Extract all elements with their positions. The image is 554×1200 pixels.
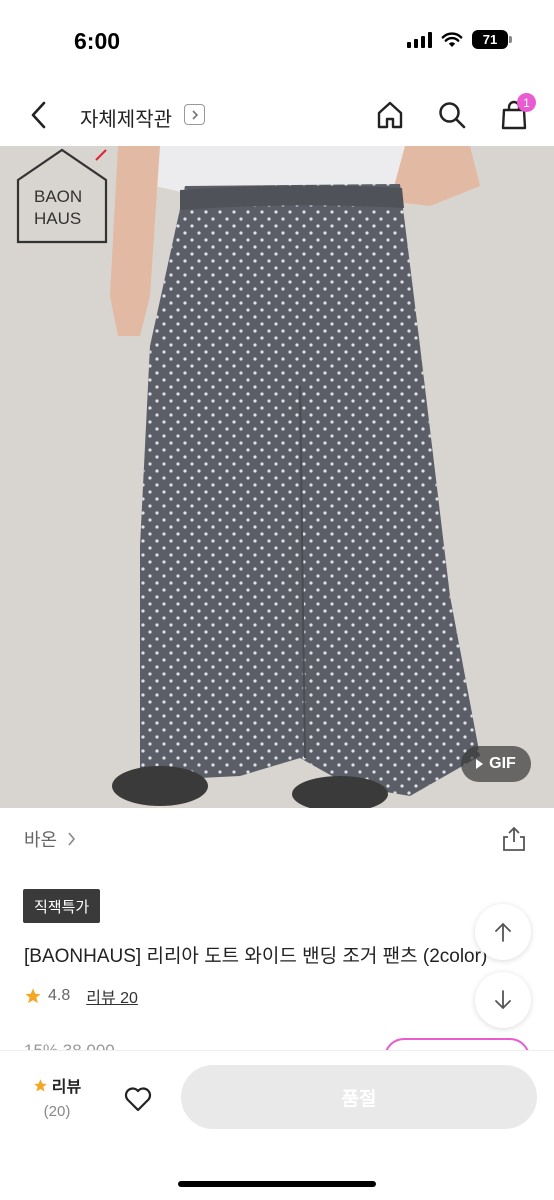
share-icon: [503, 826, 525, 851]
chevron-left-icon: [31, 101, 46, 129]
brand-link[interactable]: 바온: [24, 826, 76, 852]
app-header: 자체제작관 1: [0, 84, 554, 146]
bottom-action-bar: 리뷰 (20) 품절: [0, 1050, 554, 1200]
rating-score: 4.8: [48, 987, 71, 1004]
signal-icon: [407, 31, 432, 48]
arrow-up-icon: [495, 922, 511, 942]
heart-icon: [124, 1087, 152, 1112]
battery-level: 71: [482, 32, 498, 47]
cart-button[interactable]: 1: [496, 93, 536, 133]
scroll-top-button[interactable]: [475, 904, 531, 960]
status-time: 6:00: [74, 28, 121, 54]
product-image[interactable]: BAON HAUS GIF: [0, 146, 554, 808]
gif-label: GIF: [489, 755, 516, 772]
scroll-bottom-button[interactable]: [475, 972, 531, 1028]
deal-badge: 직잭특가: [23, 889, 101, 923]
logo-text-line2: HAUS: [34, 209, 81, 228]
product-photo: BAON HAUS: [0, 146, 554, 808]
review-link[interactable]: 리뷰 20: [86, 984, 138, 1008]
review-count: (20): [43, 1103, 71, 1120]
star-icon: [34, 1078, 47, 1091]
battery-icon: 71: [472, 30, 512, 49]
chevron-right-icon[interactable]: [184, 104, 205, 125]
back-button[interactable]: [22, 98, 56, 132]
wifi-icon: [441, 31, 463, 47]
chevron-right-icon: [68, 832, 76, 846]
brand-name: 바온: [24, 830, 58, 850]
search-icon: [439, 102, 466, 129]
gif-badge[interactable]: GIF: [461, 746, 531, 782]
home-indicator: [178, 1181, 376, 1187]
page-title[interactable]: 자체제작관: [80, 103, 172, 132]
play-icon: [476, 759, 484, 769]
star-icon: [25, 988, 41, 1004]
status-bar: 6:00 71: [0, 0, 554, 84]
share-button[interactable]: [500, 824, 528, 854]
review-label: 리뷰: [51, 1079, 82, 1096]
wishlist-button[interactable]: [120, 1081, 156, 1117]
arrow-down-icon: [495, 990, 511, 1010]
review-summary: 리뷰: [30, 1073, 84, 1097]
cart-count-badge: 1: [517, 93, 536, 112]
status-icons: 71: [407, 30, 512, 49]
search-button[interactable]: [434, 97, 470, 133]
soldout-button[interactable]: 품절: [181, 1065, 537, 1129]
review-summary-button[interactable]: 리뷰 (20): [30, 1073, 84, 1120]
rating-row: 4.8 리뷰 20: [24, 984, 138, 1008]
home-button[interactable]: [372, 97, 408, 133]
product-name: [BAONHAUS] 리리아 도트 와이드 밴딩 조거 팬츠 (2color): [24, 946, 488, 967]
logo-text-line1: BAON: [34, 187, 82, 206]
home-icon: [377, 101, 403, 129]
